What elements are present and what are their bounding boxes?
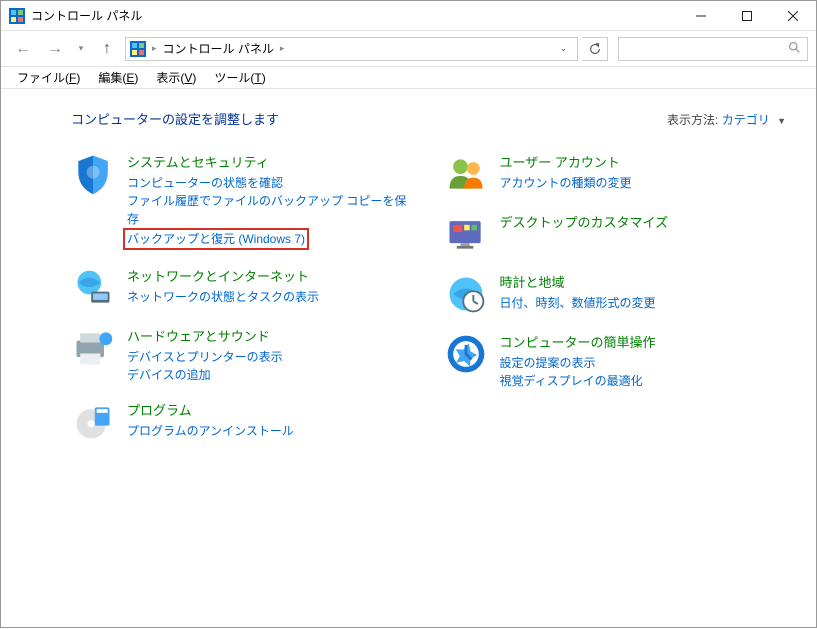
category-ease-of-access: コンピューターの簡単操作 設定の提案の表示 視覚ディスプレイの最適化	[444, 332, 787, 390]
category-link[interactable]: ファイル履歴でファイルのバックアップ コピーを保存	[127, 192, 414, 228]
titlebar: コントロール パネル	[1, 1, 816, 31]
breadcrumb-root[interactable]: コントロール パネル	[159, 40, 278, 57]
address-icon	[130, 41, 146, 57]
view-by-dropdown-icon[interactable]: ▼	[777, 116, 786, 126]
desktop-customize-icon	[444, 212, 488, 256]
category-network-internet: ネットワークとインターネット ネットワークの状態とタスクの表示	[71, 266, 414, 310]
category-title[interactable]: システムとセキュリティ	[127, 152, 414, 171]
menu-view[interactable]: 表示(V)	[148, 67, 204, 88]
category-user-accounts: ユーザー アカウント アカウントの種類の変更	[444, 152, 787, 196]
minimize-button[interactable]	[678, 1, 724, 31]
category-link[interactable]: デバイスとプリンターの表示	[127, 348, 414, 366]
shield-icon	[71, 152, 115, 196]
category-title[interactable]: ハードウェアとサウンド	[127, 326, 414, 345]
search-icon[interactable]	[788, 41, 801, 57]
category-title[interactable]: ネットワークとインターネット	[127, 266, 414, 285]
highlighted-link: バックアップと復元 (Windows 7)	[123, 228, 309, 250]
page-title: コンピューターの設定を調整します	[71, 109, 667, 128]
category-link[interactable]: デバイスの追加	[127, 366, 414, 384]
right-column: ユーザー アカウント アカウントの種類の変更 デスクトップのカスタマイズ 時計と…	[444, 152, 787, 460]
category-link[interactable]: プログラムのアンインストール	[127, 422, 414, 440]
category-title[interactable]: コンピューターの簡単操作	[500, 332, 787, 351]
view-by-value[interactable]: カテゴリ	[722, 113, 770, 127]
category-title[interactable]: 時計と地域	[500, 272, 787, 291]
ease-of-access-icon	[444, 332, 488, 376]
printer-hardware-icon	[71, 326, 115, 370]
clock-globe-icon	[444, 272, 488, 316]
category-link[interactable]: 設定の提案の表示	[500, 354, 787, 372]
category-title[interactable]: デスクトップのカスタマイズ	[500, 212, 787, 231]
menu-file[interactable]: ファイル(F)	[9, 67, 88, 88]
breadcrumb-sep[interactable]: ▸	[150, 43, 159, 54]
breadcrumb-sep[interactable]: ▸	[278, 43, 287, 54]
view-by: 表示方法: カテゴリ ▼	[667, 111, 786, 128]
category-link[interactable]: コンピューターの状態を確認	[127, 174, 414, 192]
category-hardware-sound: ハードウェアとサウンド デバイスとプリンターの表示 デバイスの追加	[71, 326, 414, 384]
menubar: ファイル(F) 編集(E) 表示(V) ツール(T)	[1, 67, 816, 89]
view-by-label: 表示方法:	[667, 113, 718, 127]
refresh-button[interactable]	[582, 37, 608, 61]
category-link[interactable]: アカウントの種類の変更	[500, 174, 787, 192]
category-clock-region: 時計と地域 日付、時刻、数値形式の変更	[444, 272, 787, 316]
window-title: コントロール パネル	[31, 7, 142, 24]
control-panel-icon	[9, 8, 25, 24]
close-button[interactable]	[770, 1, 816, 31]
up-button[interactable]: ↑	[93, 35, 121, 63]
navbar: ← → ▾ ↑ ▸ コントロール パネル ▸ ⌄	[1, 31, 816, 67]
back-button[interactable]: ←	[9, 35, 37, 63]
user-accounts-icon	[444, 152, 488, 196]
forward-button[interactable]: →	[41, 35, 69, 63]
recent-dropdown[interactable]: ▾	[73, 35, 89, 63]
menu-tools[interactable]: ツール(T)	[206, 67, 273, 88]
category-link[interactable]: 視覚ディスプレイの最適化	[500, 372, 787, 390]
globe-network-icon	[71, 266, 115, 310]
content-area: コンピューターの設定を調整します 表示方法: カテゴリ ▼ システムとセキュリテ…	[1, 89, 816, 629]
category-appearance: デスクトップのカスタマイズ	[444, 212, 787, 256]
menu-edit[interactable]: 編集(E)	[90, 67, 146, 88]
category-title[interactable]: プログラム	[127, 400, 414, 419]
category-link-backup-restore[interactable]: バックアップと復元 (Windows 7)	[127, 232, 305, 246]
category-programs: プログラム プログラムのアンインストール	[71, 400, 414, 444]
maximize-button[interactable]	[724, 1, 770, 31]
left-column: システムとセキュリティ コンピューターの状態を確認 ファイル履歴でファイルのバッ…	[71, 152, 414, 460]
search-bar[interactable]	[618, 37, 808, 61]
category-link[interactable]: 日付、時刻、数値形式の変更	[500, 294, 787, 312]
category-system-security: システムとセキュリティ コンピューターの状態を確認 ファイル履歴でファイルのバッ…	[71, 152, 414, 250]
category-link[interactable]: ネットワークの状態とタスクの表示	[127, 288, 414, 306]
programs-disc-icon	[71, 400, 115, 444]
address-dropdown[interactable]: ⌄	[553, 43, 573, 54]
address-bar[interactable]: ▸ コントロール パネル ▸ ⌄	[125, 37, 578, 61]
category-title[interactable]: ユーザー アカウント	[500, 152, 787, 171]
search-input[interactable]	[625, 42, 788, 56]
